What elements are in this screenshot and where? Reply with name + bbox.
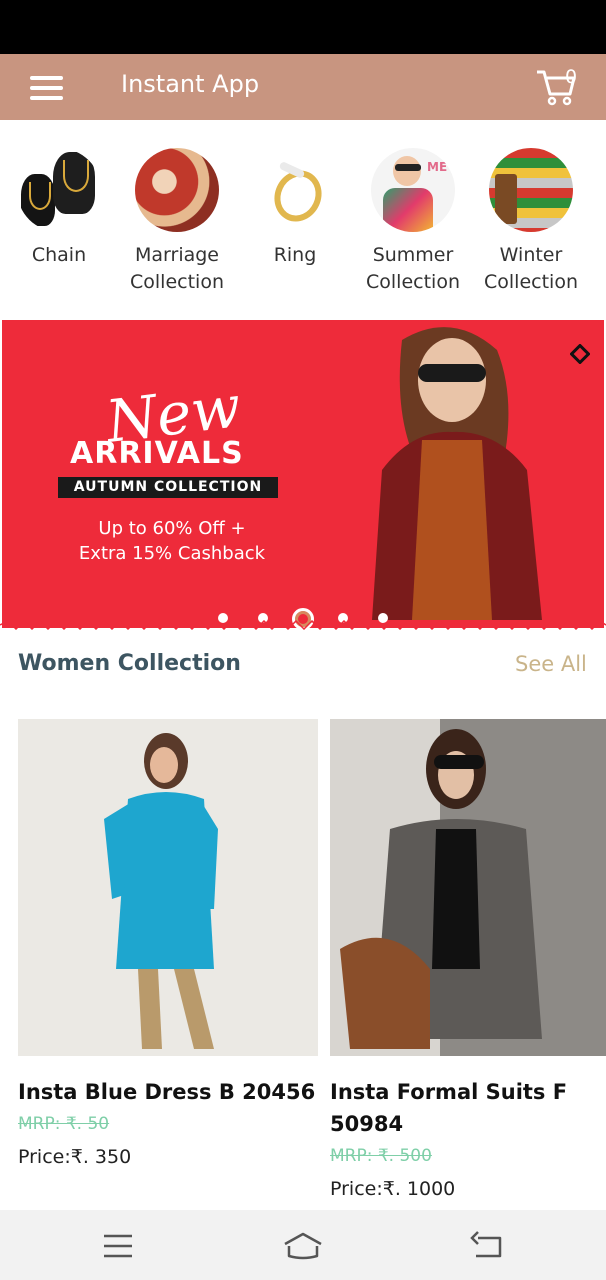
category-label: Marriage Collection [130, 244, 224, 293]
formal-suit-image [330, 719, 542, 1056]
product-image [330, 719, 606, 1056]
menu-lines-icon [104, 1234, 132, 1258]
section-title: Women Collection [18, 651, 241, 676]
home-button[interactable] [283, 1228, 323, 1264]
hamburger-menu-icon[interactable] [30, 76, 64, 100]
category-label: Winter Collection [484, 244, 578, 293]
product-mrp: MRP: ₹. 500 [330, 1146, 432, 1166]
category-ring[interactable]: Ring [236, 148, 354, 269]
banner-decoration-icon [570, 344, 590, 364]
product-name: Insta Blue Dress B 20456 [18, 1080, 316, 1104]
product-image [18, 719, 318, 1056]
product-price: Price:₹. 350 [18, 1146, 132, 1168]
banner-tag: AUTUMN COLLECTION [58, 477, 278, 498]
product-price: Price:₹. 1000 [330, 1178, 456, 1200]
product-card[interactable]: Insta Formal Suits F 50984 MRP: ₹. 500 P… [330, 719, 606, 1200]
product-name: Insta Formal Suits F 50984 [330, 1080, 568, 1136]
category-summer-collection[interactable]: ME Summer Collection [354, 148, 472, 296]
recent-apps-button[interactable] [98, 1228, 138, 1264]
category-label: Ring [273, 244, 317, 266]
banner-subheadline: ARRIVALS [70, 436, 244, 471]
category-chain[interactable]: Chain [0, 148, 118, 269]
blue-dress-image [104, 733, 218, 1049]
summer-photo-icon: ME [371, 148, 455, 232]
category-label: Chain [31, 244, 87, 266]
banner-zigzag-border [0, 620, 606, 630]
cart-button[interactable] [534, 64, 586, 108]
promo-banner[interactable]: New ARRIVALS AUTUMN COLLECTION Up to 60%… [2, 320, 604, 628]
app-bar: Instant App 0 [0, 54, 606, 120]
product-mrp: MRP: ₹. 50 [18, 1114, 110, 1134]
banner-model-image [372, 327, 542, 620]
category-winter-collection[interactable]: Winter Collection [472, 148, 590, 296]
category-marriage-collection[interactable]: Marriage Collection [118, 148, 236, 296]
status-bar [0, 0, 606, 54]
banner-offer-line: Up to 60% Off + [98, 518, 246, 539]
app-title: Instant App [121, 70, 260, 98]
home-icon [284, 1232, 322, 1260]
banner-offer-line: Extra 15% Cashback [78, 543, 266, 564]
category-label: Summer Collection [366, 244, 460, 293]
cart-count-badge: 0 [565, 66, 578, 88]
chain-icon [17, 148, 101, 232]
back-button[interactable] [468, 1228, 508, 1264]
category-strip: Chain Marriage Collection Ring ME Summer… [0, 120, 606, 320]
marriage-photo-icon [135, 148, 219, 232]
product-card[interactable]: Insta Blue Dress B 20456 MRP: ₹. 50 Pric… [18, 719, 318, 1168]
banner-offer: Up to 60% Off + Extra 15% Cashback [42, 516, 302, 566]
winter-photo-icon [489, 148, 573, 232]
see-all-link[interactable]: See All [515, 652, 587, 676]
ring-icon [253, 148, 337, 232]
back-icon [470, 1231, 502, 1258]
system-navigation-bar [0, 1210, 606, 1280]
